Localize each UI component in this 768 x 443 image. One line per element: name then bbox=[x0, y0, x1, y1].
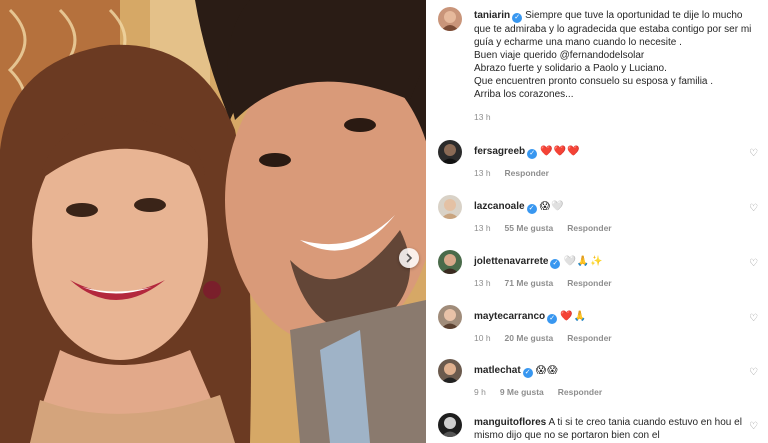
comment-time: 13 h bbox=[474, 223, 491, 233]
comment-text: ❤️🙏 bbox=[560, 311, 588, 322]
commenter-username[interactable]: jolettenavarrete bbox=[474, 256, 548, 267]
heart-outline-icon[interactable]: ♡ bbox=[749, 313, 758, 324]
caption-line: Que encuentren pronto consuelo su esposa… bbox=[474, 76, 714, 87]
post-caption: taniarin ✓ Siempre que tuve la oportunidad… bbox=[474, 9, 764, 101]
heart-outline-icon[interactable]: ♡ bbox=[749, 258, 758, 269]
commenter-avatar[interactable] bbox=[438, 413, 462, 437]
reply-button[interactable]: Responder bbox=[567, 278, 611, 288]
heart-outline-icon[interactable]: ♡ bbox=[749, 421, 758, 432]
likes-count[interactable]: 9 Me gusta bbox=[500, 387, 544, 397]
verified-badge-icon: ✓ bbox=[550, 259, 561, 269]
comment-text: A ti si te creo tania cuando estuvo en h… bbox=[548, 417, 742, 428]
commenter-username[interactable]: lazcanoale bbox=[474, 201, 525, 212]
next-photo-button[interactable] bbox=[399, 248, 419, 268]
caption-line: Siempre que tuve la oportunidad te dije … bbox=[525, 10, 743, 21]
commenter-avatar[interactable] bbox=[438, 305, 462, 329]
reply-button[interactable]: Responder bbox=[505, 168, 549, 178]
comment-text: ❤️❤️❤️ bbox=[540, 146, 581, 157]
commenter-username[interactable]: fersagreeb bbox=[474, 146, 525, 157]
likes-count[interactable]: 55 Me gusta bbox=[505, 223, 554, 233]
comment-text: 😱😱 bbox=[535, 365, 559, 376]
heart-outline-icon[interactable]: ♡ bbox=[749, 148, 758, 159]
verified-badge-icon: ✓ bbox=[526, 204, 537, 214]
caption-timestamp: 13 h bbox=[474, 112, 491, 122]
reply-button[interactable]: Responder bbox=[567, 223, 611, 233]
comment-time: 9 h bbox=[474, 387, 486, 397]
comment-time: 13 h bbox=[474, 278, 491, 288]
verified-badge-icon: ✓ bbox=[522, 368, 533, 378]
commenter-username[interactable]: matlechat bbox=[474, 365, 521, 376]
commenter-username[interactable]: maytecarranco bbox=[474, 311, 545, 322]
reply-button[interactable]: Responder bbox=[567, 333, 611, 343]
likes-count[interactable]: 71 Me gusta bbox=[505, 278, 554, 288]
chevron-right-icon bbox=[406, 253, 413, 263]
caption-line: guía y echarme una mano cuando lo necesi… bbox=[474, 37, 682, 48]
commenter-username[interactable]: manguitoflores bbox=[474, 417, 546, 428]
commenter-avatar[interactable] bbox=[438, 195, 462, 219]
comment-time: 10 h bbox=[474, 333, 491, 343]
comment-text: 🤍🙏✨ bbox=[563, 256, 604, 267]
comment-text-line2: mismo dijo que no se portaron bien con e… bbox=[474, 430, 660, 441]
verified-badge-icon: ✓ bbox=[512, 13, 523, 23]
comments-panel: taniarin ✓ Siempre que tuve la oportunidad… bbox=[426, 0, 768, 443]
caption-line: Arriba los corazones... bbox=[474, 89, 574, 100]
caption-line: que te admiraba y lo agradecida que esta… bbox=[474, 24, 752, 35]
comment-text: 😱🤍 bbox=[539, 201, 565, 212]
commenter-avatar[interactable] bbox=[438, 140, 462, 164]
post-photo[interactable] bbox=[0, 0, 426, 443]
commenter-avatar[interactable] bbox=[438, 359, 462, 383]
heart-outline-icon[interactable]: ♡ bbox=[749, 367, 758, 378]
caption-line: Abrazo fuerte y solidario a Paolo y Luci… bbox=[474, 63, 667, 74]
reply-button[interactable]: Responder bbox=[558, 387, 602, 397]
verified-badge-icon: ✓ bbox=[547, 314, 558, 324]
author-username[interactable]: taniarin bbox=[474, 10, 510, 21]
caption-line: Buen viaje querido @fernandodelsolar bbox=[474, 50, 645, 61]
likes-count[interactable]: 20 Me gusta bbox=[505, 333, 554, 343]
author-avatar[interactable] bbox=[438, 7, 462, 31]
verified-badge-icon: ✓ bbox=[527, 149, 538, 159]
post-image bbox=[0, 0, 426, 443]
commenter-avatar[interactable] bbox=[438, 250, 462, 274]
heart-outline-icon[interactable]: ♡ bbox=[749, 203, 758, 214]
comment-time: 13 h bbox=[474, 168, 491, 178]
